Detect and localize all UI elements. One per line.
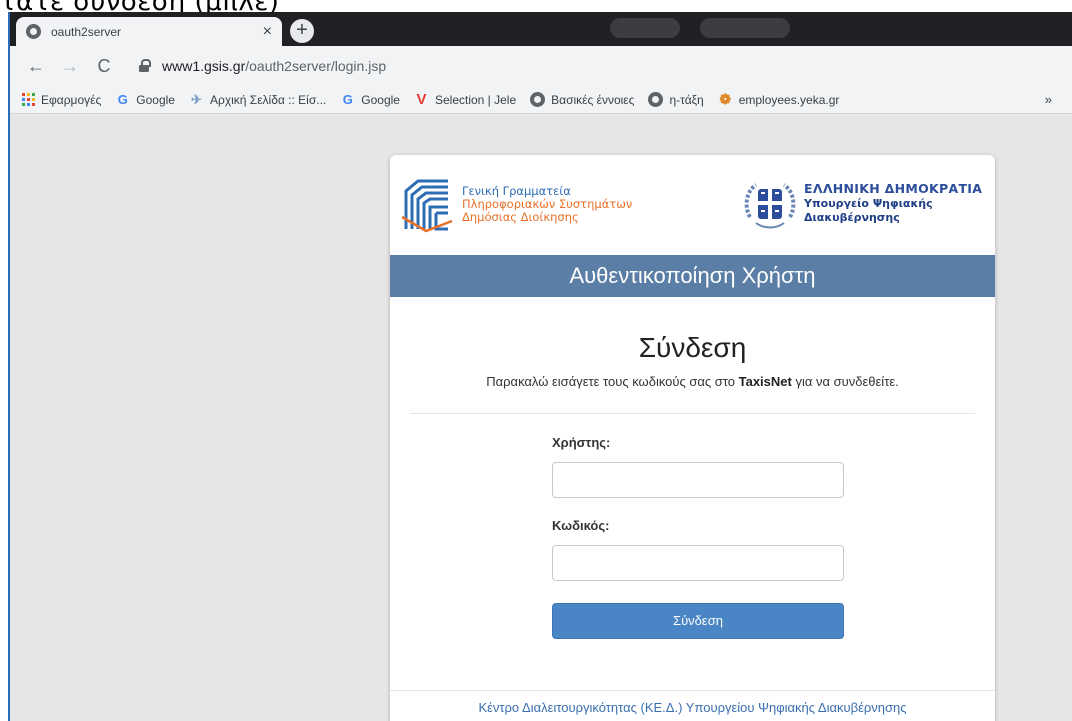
bookmark-label: Εφαρμογές bbox=[41, 92, 102, 107]
ministry-line-1: Υπουργείο Ψηφιακής bbox=[804, 197, 933, 210]
globe-icon bbox=[530, 92, 546, 107]
header-logos: Γενική Γραμματεία Πληροφοριακών Συστημάτ… bbox=[390, 155, 995, 255]
bookmark-label: Google bbox=[136, 92, 175, 107]
apps-icon bbox=[22, 93, 35, 106]
google-icon: G bbox=[117, 92, 128, 107]
bookmark-apps[interactable]: Εφαρμογές bbox=[22, 93, 101, 107]
bookmark-label: Google bbox=[361, 92, 400, 107]
lock-icon[interactable] bbox=[138, 59, 152, 73]
gsis-line-3: Δημόσιας Διοίκησης bbox=[462, 210, 579, 224]
tab-title: oauth2server bbox=[51, 24, 122, 39]
login-form: Χρήστης: Κωδικός: Σύνδεση bbox=[552, 435, 844, 639]
screenshot-stage: τατε σύνδεση (μπλε) oauth2server × + ← →… bbox=[0, 0, 1072, 721]
google-icon: G bbox=[342, 92, 353, 107]
url-host: www1.gsis.gr bbox=[162, 58, 246, 74]
bookmark-label: Βασικές έννοιες bbox=[551, 92, 635, 107]
bookmarks-bar: Εφαρμογές G Google ✈ Αρχική Σελίδα :: Εί… bbox=[10, 86, 1072, 114]
yeka-icon: ❁ bbox=[719, 91, 732, 107]
bookmark-selection-jele[interactable]: V Selection | Jele bbox=[414, 91, 517, 108]
login-title: Σύνδεση bbox=[638, 332, 747, 363]
password-field[interactable] bbox=[552, 545, 844, 581]
browser-window: oauth2server × + ← → C www1.gsis.gr/oaut… bbox=[8, 12, 1072, 721]
gsis-logo-icon bbox=[401, 179, 453, 233]
address-bar[interactable]: www1.gsis.gr/oauth2server/login.jsp bbox=[162, 58, 386, 74]
bookmark-e-class[interactable]: η-τάξη bbox=[648, 92, 704, 107]
password-label: Κωδικός: bbox=[552, 518, 610, 533]
bird-icon: ✈ bbox=[191, 91, 202, 107]
bookmark-label: Selection | Jele bbox=[434, 92, 517, 107]
login-card: Γενική Γραμματεία Πληροφοριακών Συστημάτ… bbox=[390, 155, 995, 721]
tab-oauth2server[interactable]: oauth2server × bbox=[16, 17, 282, 46]
bookmark-basic-concepts[interactable]: Βασικές έννοιες bbox=[530, 92, 634, 107]
browser-toolbar: ← → C www1.gsis.gr/oauth2server/login.js… bbox=[10, 46, 1072, 86]
forward-button[interactable]: → bbox=[58, 54, 82, 78]
footer-divider bbox=[390, 690, 995, 691]
blurred-window-title bbox=[610, 18, 680, 38]
bookmark-google-2[interactable]: G Google bbox=[340, 92, 400, 107]
login-button[interactable]: Σύνδεση bbox=[552, 603, 844, 639]
bookmark-home[interactable]: ✈ Αρχική Σελίδα :: Είσ... bbox=[189, 92, 326, 107]
username-field[interactable] bbox=[552, 462, 844, 498]
bookmark-label: η-τάξη bbox=[669, 92, 704, 107]
bookmark-label: Αρχική Σελίδα :: Είσ... bbox=[209, 92, 327, 107]
ministry-line-2: Διακυβέρνησης bbox=[804, 211, 900, 224]
tab-strip: oauth2server × + bbox=[10, 12, 1072, 46]
globe-icon bbox=[26, 24, 41, 39]
globe-icon bbox=[648, 92, 664, 107]
bookmark-label: employees.yeka.gr bbox=[738, 92, 840, 107]
bookmark-google[interactable]: G Google bbox=[115, 92, 175, 107]
gsis-name: Γενική Γραμματεία Πληροφοριακών Συστημάτ… bbox=[462, 185, 632, 224]
v-icon: V bbox=[416, 91, 427, 108]
more-bookmarks-button[interactable]: » bbox=[1045, 92, 1052, 107]
hellenic-title: ΕΛΛΗΝΙΚΗ ΔΗΜΟΚΡΑΤΙΑ bbox=[804, 181, 983, 196]
back-button[interactable]: ← bbox=[24, 54, 48, 78]
page-content: Γενική Γραμματεία Πληροφοριακών Συστημάτ… bbox=[10, 115, 1072, 721]
subtitle-text-1: Παρακαλώ εισάγετε τους κωδικούς σας στο bbox=[486, 374, 739, 389]
taxisnet-label: TaxisNet bbox=[738, 374, 792, 389]
url-path: /oauth2server/login.jsp bbox=[245, 58, 387, 74]
interoperability-center-link[interactable]: Κέντρο Διαλειτουργικότητας (ΚΕ.Δ.) Υπουρ… bbox=[390, 700, 995, 715]
greek-emblem-icon bbox=[744, 183, 796, 229]
divider bbox=[410, 413, 975, 414]
bookmark-employees-yeka[interactable]: ❁ employees.yeka.gr bbox=[718, 91, 840, 107]
reload-button[interactable]: C bbox=[92, 54, 116, 78]
hellenic-republic-name: ΕΛΛΗΝΙΚΗ ΔΗΜΟΚΡΑΤΙΑ Υπουργείο Ψηφιακής Δ… bbox=[804, 181, 982, 224]
new-tab-button[interactable]: + bbox=[290, 19, 314, 43]
username-label: Χρήστης: bbox=[552, 435, 611, 450]
blurred-window-title bbox=[700, 18, 790, 38]
auth-banner: Αυθεντικοποίηση Χρήστη bbox=[390, 255, 995, 297]
subtitle-text-2: για να συνδεθείτε. bbox=[791, 374, 899, 389]
close-tab-icon[interactable]: × bbox=[263, 23, 272, 40]
login-subtitle: Παρακαλώ εισάγετε τους κωδικούς σας στο … bbox=[390, 374, 995, 389]
